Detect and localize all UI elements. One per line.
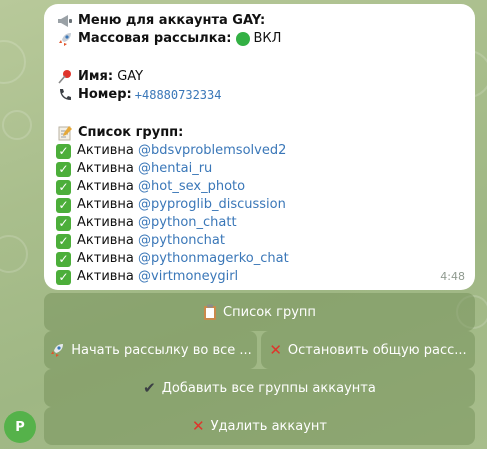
memo-icon <box>56 125 74 141</box>
check-mark-icon: ✓ <box>56 215 71 231</box>
check-mark-icon: ✓ <box>56 179 71 195</box>
group-row: ✓ Активна @pyproglib_discussion <box>56 196 463 214</box>
message-time: 4:48 <box>440 270 465 283</box>
group-link[interactable]: @pythonmagerko_chat <box>138 250 289 268</box>
start-mailing-button[interactable]: Начать рассылку во все ... <box>44 331 257 369</box>
megaphone-icon <box>56 13 74 29</box>
group-row: ✓ Активна @bdsvproblemsolved2 <box>56 142 463 160</box>
group-link[interactable]: @python_chatt <box>138 214 237 232</box>
group-link[interactable]: @bdsvproblemsolved2 <box>138 142 286 160</box>
group-link[interactable]: @pythonchat <box>138 232 225 250</box>
mass-mailing-status: Массовая рассылка: ВКЛ <box>56 30 463 48</box>
account-phone: Номер: +48880732334 <box>56 86 463 104</box>
menu-header: Меню для аккаунта GAY: <box>56 12 463 30</box>
phone-icon <box>56 87 74 103</box>
check-mark-icon: ✓ <box>56 251 71 267</box>
group-link[interactable]: @hot_sex_photo <box>138 178 245 196</box>
pushpin-icon <box>56 69 74 85</box>
red-x-icon: ✕ <box>192 417 205 435</box>
group-link[interactable]: @pyproglib_discussion <box>138 196 286 214</box>
clipboard-icon <box>203 304 217 320</box>
rocket-icon <box>49 342 65 358</box>
group-link[interactable]: @virtmoneygirl <box>138 268 238 286</box>
rocket-icon <box>56 31 74 47</box>
avatar[interactable]: P <box>4 411 36 443</box>
background-doodle <box>2 110 32 140</box>
account-name: Имя: GAY <box>56 68 463 86</box>
group-row: ✓ Активна @hentai_ru <box>56 160 463 178</box>
background-doodle <box>0 40 26 84</box>
delete-account-button[interactable]: ✕ Удалить аккаунт <box>44 407 475 445</box>
group-row: ✓ Активна @pythonchat <box>56 232 463 250</box>
group-row: ✓ Активна @hot_sex_photo <box>56 178 463 196</box>
phone-link[interactable]: +48880732334 <box>135 86 222 104</box>
check-mark-icon: ✓ <box>56 161 71 177</box>
red-x-icon: ✕ <box>269 341 282 359</box>
groups-header: Список групп: <box>56 124 463 142</box>
group-row: ✓ Активна @virtmoneygirl <box>56 268 463 286</box>
check-mark-icon: ✓ <box>56 197 71 213</box>
add-all-groups-button[interactable]: ✔ Добавить все группы аккаунта <box>44 369 475 407</box>
bot-message-bubble: Меню для аккаунта GAY: Массовая рассылка… <box>44 4 475 290</box>
green-circle-icon <box>235 32 250 46</box>
check-mark-icon: ✓ <box>56 143 71 159</box>
check-mark-icon: ✓ <box>56 269 71 285</box>
group-row: ✓ Активна @python_chatt <box>56 214 463 232</box>
check-mark-icon: ✔ <box>143 379 156 397</box>
background-doodle <box>0 235 28 273</box>
group-list-button[interactable]: Список групп <box>44 293 475 331</box>
group-row: ✓ Активна @pythonmagerko_chat <box>56 250 463 268</box>
check-mark-icon: ✓ <box>56 233 71 249</box>
group-link[interactable]: @hentai_ru <box>138 160 212 178</box>
stop-mailing-button[interactable]: ✕ Остановить общую расс... <box>261 331 475 369</box>
